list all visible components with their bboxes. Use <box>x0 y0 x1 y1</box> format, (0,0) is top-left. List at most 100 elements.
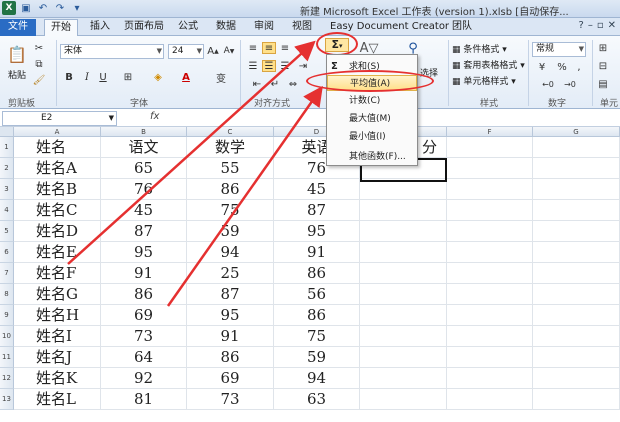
table-cell[interactable]: 86 <box>101 284 187 305</box>
format-cells-icon[interactable]: ▤ <box>596 78 610 90</box>
table-cell[interactable]: 姓名G <box>14 284 101 305</box>
table-cell[interactable]: 81 <box>101 389 187 410</box>
row-header[interactable]: 7 <box>0 263 14 284</box>
grow-font-icon[interactable]: A ▲ <box>206 44 220 58</box>
table-cell[interactable] <box>533 242 620 263</box>
table-cell[interactable]: 69 <box>101 305 187 326</box>
row-header[interactable]: 5 <box>0 221 14 242</box>
dialog-launcher-icon[interactable]: ↘ <box>312 96 320 104</box>
table-cell[interactable] <box>533 389 620 410</box>
tab-home[interactable]: 开始 <box>44 19 78 36</box>
table-cell[interactable] <box>447 242 533 263</box>
font-size-combo[interactable]: 24 ▼ <box>168 44 204 59</box>
table-cell[interactable]: 姓名I <box>14 326 101 347</box>
table-cell[interactable] <box>533 368 620 389</box>
table-cell[interactable] <box>533 347 620 368</box>
fill-color-icon[interactable]: ◈ <box>150 70 166 84</box>
table-cell[interactable]: 75 <box>187 200 274 221</box>
row-header[interactable]: 6 <box>0 242 14 263</box>
row-header[interactable]: 13 <box>0 389 14 410</box>
table-cell[interactable]: 姓名L <box>14 389 101 410</box>
name-box[interactable]: E2 ▼ <box>2 111 117 126</box>
table-cell[interactable] <box>447 368 533 389</box>
column-header-b[interactable]: B <box>101 127 187 137</box>
tab-team[interactable]: 团队 <box>446 19 478 36</box>
row-header[interactable]: 3 <box>0 179 14 200</box>
menu-item-max[interactable]: 最大值(M) <box>327 111 417 127</box>
insert-function-icon[interactable]: fx <box>150 111 159 122</box>
align-left-icon[interactable]: ☰ <box>246 60 260 72</box>
table-cell[interactable]: 姓名H <box>14 305 101 326</box>
insert-cells-icon[interactable]: ⊞ <box>596 42 610 54</box>
table-cell[interactable] <box>360 242 447 263</box>
table-cell[interactable] <box>360 389 447 410</box>
menu-item-min[interactable]: 最小值(I) <box>327 129 417 145</box>
table-cell[interactable] <box>360 368 447 389</box>
table-cell[interactable] <box>533 158 620 179</box>
table-cell[interactable] <box>360 263 447 284</box>
minimize-icon[interactable]: – <box>588 20 593 31</box>
table-cell[interactable]: 姓名E <box>14 242 101 263</box>
table-cell[interactable]: 75 <box>274 326 360 347</box>
undo-icon[interactable]: ↶ <box>36 1 50 15</box>
table-cell[interactable]: 73 <box>101 326 187 347</box>
tab-formulas[interactable]: 公式 <box>172 19 204 36</box>
row-header[interactable]: 9 <box>0 305 14 326</box>
tab-review[interactable]: 审阅 <box>248 19 280 36</box>
table-cell[interactable] <box>447 326 533 347</box>
header-cell[interactable]: 语文 <box>101 137 187 158</box>
column-header-f[interactable]: F <box>447 127 533 137</box>
table-cell[interactable]: 86 <box>274 263 360 284</box>
row-header[interactable]: 8 <box>0 284 14 305</box>
header-cell[interactable] <box>533 137 620 158</box>
customize-qat-icon[interactable]: ▾ <box>70 1 84 15</box>
table-cell[interactable]: 59 <box>274 347 360 368</box>
table-cell[interactable]: 87 <box>101 221 187 242</box>
table-cell[interactable]: 94 <box>274 368 360 389</box>
merge-icon[interactable]: ⇔ <box>286 78 300 90</box>
table-cell[interactable] <box>533 284 620 305</box>
tab-data[interactable]: 数据 <box>210 19 242 36</box>
table-cell[interactable] <box>447 305 533 326</box>
tab-view[interactable]: 视图 <box>286 19 318 36</box>
paste-icon[interactable]: 📋 <box>4 42 30 66</box>
table-cell[interactable] <box>447 284 533 305</box>
font-color-icon[interactable]: A <box>178 70 194 84</box>
delete-cells-icon[interactable]: ⊟ <box>596 60 610 72</box>
table-cell[interactable] <box>360 221 447 242</box>
underline-button[interactable]: U <box>96 70 110 84</box>
table-cell[interactable] <box>533 305 620 326</box>
row-header[interactable]: 1 <box>0 137 14 158</box>
table-cell[interactable]: 姓名A <box>14 158 101 179</box>
table-cell[interactable]: 45 <box>274 179 360 200</box>
column-header-g[interactable]: G <box>533 127 620 137</box>
table-cell[interactable]: 55 <box>187 158 274 179</box>
align-middle-icon[interactable]: ≡ <box>262 42 276 54</box>
close-icon[interactable]: ✕ <box>608 20 616 31</box>
help-icon[interactable]: ? <box>579 20 584 31</box>
table-cell[interactable]: 94 <box>187 242 274 263</box>
font-name-combo[interactable]: 宋体 ▼ <box>60 44 164 59</box>
table-cell[interactable]: 65 <box>101 158 187 179</box>
table-cell[interactable] <box>447 221 533 242</box>
redo-icon[interactable]: ↷ <box>53 1 67 15</box>
table-cell[interactable]: 姓名F <box>14 263 101 284</box>
number-format-combo[interactable]: 常规 ▼ <box>532 42 586 57</box>
table-cell[interactable]: 76 <box>101 179 187 200</box>
table-cell[interactable] <box>533 263 620 284</box>
align-top-icon[interactable]: ≡ <box>246 42 260 54</box>
currency-icon[interactable]: ¥ <box>534 60 550 74</box>
align-bottom-icon[interactable]: ≡ <box>278 42 292 54</box>
phonetic-icon[interactable]: 变 <box>212 70 230 85</box>
table-cell[interactable] <box>360 326 447 347</box>
row-header[interactable]: 10 <box>0 326 14 347</box>
table-cell[interactable]: 45 <box>101 200 187 221</box>
table-cell[interactable] <box>533 179 620 200</box>
column-header-a[interactable]: A <box>14 127 101 137</box>
select-all-corner[interactable] <box>0 127 14 137</box>
save-icon[interactable]: ▣ <box>19 1 33 15</box>
row-header[interactable]: 11 <box>0 347 14 368</box>
conditional-format-button[interactable]: ▦ 条件格式 ▾ <box>452 42 507 55</box>
table-cell[interactable]: 59 <box>187 221 274 242</box>
align-center-icon[interactable]: ☰ <box>262 60 276 72</box>
